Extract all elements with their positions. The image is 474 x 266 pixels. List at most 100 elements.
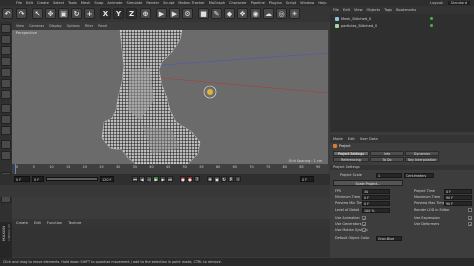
coordinate-system-icon[interactable]: ⊕ [140, 8, 151, 19]
use-animation-checkbox[interactable]: ✓ [362, 216, 366, 221]
use-generators-checkbox[interactable]: ✓ [362, 222, 366, 227]
perspective-viewport[interactable]: Perspective Grid Spacing : 1 cm [12, 30, 328, 164]
object-menu-item-edit[interactable]: Edit [343, 8, 350, 12]
scale-icon[interactable]: ▣ [58, 8, 69, 19]
light-icon[interactable]: ☀ [289, 8, 300, 19]
deformer-icon[interactable]: ◉ [250, 8, 261, 19]
subdivision-icon[interactable]: ◆ [224, 8, 235, 19]
tweak-mode-icon[interactable] [1, 115, 11, 124]
pen-icon[interactable]: ✎ [211, 8, 222, 19]
menu-item-render[interactable]: Render [146, 1, 159, 5]
tab-project-settings[interactable]: Project Settings [333, 151, 369, 156]
object-menu-item-bookmarks[interactable]: Bookmarks [396, 8, 416, 12]
goto-start-button[interactable]: ⏮ [132, 176, 138, 182]
render-settings-icon[interactable]: ⚙ [182, 8, 193, 19]
object-menu-item-objects[interactable]: Objects [367, 8, 381, 12]
recent-tool-icon[interactable]: + [84, 8, 95, 19]
planar-workplane-icon[interactable] [1, 151, 11, 160]
cube-icon[interactable]: ■ [198, 8, 209, 19]
menu-item-character[interactable]: Character [229, 1, 247, 5]
menu-item-plugins[interactable]: Plugins [269, 1, 282, 5]
start-frame-field[interactable]: 0 F [32, 176, 44, 182]
snap-icon[interactable] [1, 126, 11, 135]
menu-item-help[interactable]: Help [318, 1, 326, 5]
project-time-field[interactable]: 0 F [444, 189, 472, 194]
viewport-menu-item-filter[interactable]: Filter [85, 24, 93, 28]
range-slider[interactable] [46, 177, 98, 181]
record-button[interactable]: ● [180, 176, 186, 182]
scale-project-button[interactable]: Scale Project... [333, 180, 403, 186]
undo-icon[interactable]: ↶ [2, 8, 13, 19]
y-axis-lock-button[interactable]: Y [113, 8, 124, 19]
parameter-key-button[interactable]: P [228, 176, 234, 182]
menu-item-simulate[interactable]: Simulate [126, 1, 142, 5]
timeline-ruler[interactable]: 0 5 10 15 20 25 30 35 40 45 50 55 60 65 70 75 80 85 90 [12, 164, 328, 174]
render-lod-checkbox[interactable] [468, 208, 472, 212]
tab-dynamics[interactable]: Dynamics [405, 151, 439, 156]
viewport-menu-item-options[interactable]: Options [67, 24, 80, 28]
object-menu-item-file[interactable]: File [333, 8, 339, 12]
points-mode-icon[interactable] [1, 68, 11, 77]
menu-item-pipeline[interactable]: Pipeline [251, 1, 265, 5]
edges-mode-icon[interactable] [1, 79, 11, 88]
autokey-button[interactable]: ● [187, 176, 193, 182]
material-menu-item-edit[interactable]: Edit [34, 221, 41, 225]
object-menu-item-view[interactable]: View [354, 8, 363, 12]
array-icon[interactable]: ❖ [237, 8, 248, 19]
attribute-menu-item-mode[interactable]: Mode [333, 137, 343, 141]
material-menu-item-texture[interactable]: Texture [68, 221, 81, 225]
use-expression-checkbox[interactable]: ✓ [468, 216, 472, 221]
viewport-menu-item-view[interactable]: View [16, 24, 24, 28]
material-menu-item-create[interactable]: Create [16, 221, 28, 225]
playhead[interactable] [15, 164, 16, 174]
menu-item-mesh[interactable]: Mesh [81, 1, 90, 5]
menu-item-sculpt[interactable]: Sculpt [163, 1, 174, 5]
fps-field[interactable]: 30 [362, 189, 390, 194]
object-row[interactable]: Mesh_Stitched_0 [335, 17, 371, 21]
viewport-menu-item-cameras[interactable]: Cameras [29, 24, 44, 28]
polygons-mode-icon[interactable] [1, 90, 11, 99]
object-menu-item-tags[interactable]: Tags [384, 8, 392, 12]
make-editable-icon[interactable] [1, 24, 11, 33]
redo-icon[interactable]: ↷ [16, 8, 27, 19]
scale-key-button[interactable]: ▣ [214, 176, 220, 182]
current-frame-field[interactable]: 0 F [14, 176, 30, 182]
default-object-color-select[interactable]: Gray-Blue [376, 236, 402, 241]
project-scale-unit-select[interactable]: Centimeters [404, 173, 434, 178]
point-level-key-button[interactable]: ⁞ [235, 176, 241, 182]
tab-referencing[interactable]: Referencing [333, 157, 369, 162]
material-menu-item-function[interactable]: Function [47, 221, 62, 225]
menu-item-animate[interactable]: Animate [107, 1, 122, 5]
texture-mode-icon[interactable] [1, 46, 11, 55]
move-icon[interactable]: ✥ [45, 8, 56, 19]
preview-min-time-field[interactable]: 0 F [362, 201, 390, 206]
tab-info[interactable]: Info [370, 151, 404, 156]
viewport-menu-item-panel[interactable]: Panel [98, 24, 107, 28]
minimum-time-field[interactable]: 0 F [362, 195, 390, 200]
z-axis-lock-button[interactable]: Z [126, 8, 137, 19]
end-frame-field[interactable]: 120 F [100, 176, 114, 182]
play-backward-button[interactable]: ◁ [146, 176, 152, 182]
live-select-icon[interactable]: ↖ [32, 8, 43, 19]
menu-item-script[interactable]: Script [286, 1, 296, 5]
workplane-icon[interactable] [1, 57, 11, 66]
camera-icon[interactable]: ◎ [276, 8, 287, 19]
axis-mode-icon[interactable] [1, 104, 11, 113]
menu-item-mograph[interactable]: MoGraph [209, 1, 225, 5]
use-deformers-checkbox[interactable]: ✓ [468, 222, 472, 227]
preview-max-time-field[interactable]: 90 F [444, 201, 472, 206]
tab-to-do[interactable]: To Do [370, 157, 404, 162]
tab-key-interpolation[interactable]: Key Interpolation [405, 157, 439, 162]
rotation-key-button[interactable]: ↻ [221, 176, 227, 182]
next-key-button[interactable]: ▶ [160, 176, 166, 182]
menu-item-tools[interactable]: Tools [68, 1, 77, 5]
menu-item-snap[interactable]: Snap [94, 1, 103, 5]
play-forward-button[interactable]: ▶ [153, 176, 159, 182]
environment-icon[interactable]: ☁ [263, 8, 274, 19]
render-to-picture-viewer-icon[interactable]: ▶ [169, 8, 180, 19]
x-axis-lock-button[interactable]: X [100, 8, 111, 19]
render-view-icon[interactable]: ▶ [156, 8, 167, 19]
model-mode-icon[interactable] [1, 35, 11, 44]
material-manager-area[interactable] [12, 227, 330, 257]
keyframe-selection-button[interactable]: ? [194, 176, 200, 182]
